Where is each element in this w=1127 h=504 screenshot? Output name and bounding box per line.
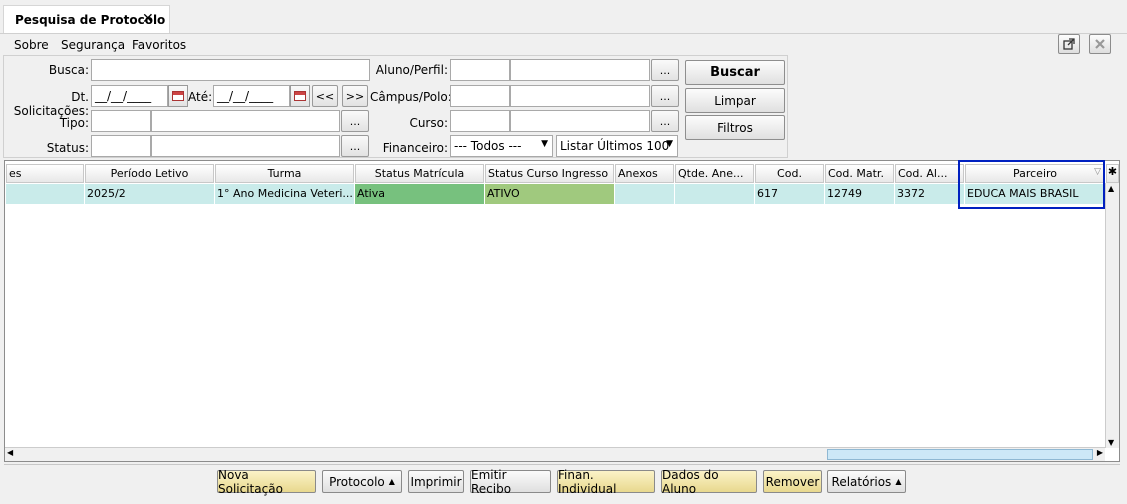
prev-period-button[interactable]: << [312,85,338,107]
listar-select[interactable]: Listar Últimos 100 ▼ [556,135,678,157]
emitir-recibo-button[interactable]: Emitir Recibo [470,468,551,496]
dt-from-input[interactable]: __/__/____ [91,85,168,107]
calendar-icon[interactable] [290,85,310,107]
table-cell: 3372 [895,184,965,204]
nova-solicitacao-button[interactable]: Nova Solicitação [217,468,316,496]
close-window-icon[interactable] [1089,34,1111,54]
remover-button[interactable]: Remover [763,470,822,493]
table-cell: 12749 [825,184,895,204]
column-header[interactable]: Período Letivo [85,164,214,183]
scroll-right-icon[interactable]: ▶ [1097,448,1103,457]
table-cell: 617 [755,184,825,204]
table-cell: 1° Ano Medicina Veteri... [215,184,355,204]
column-header[interactable]: Cod. Matr. [825,164,894,183]
status-desc-input[interactable] [151,135,340,157]
column-header[interactable]: Status Curso Ingresso [485,164,614,183]
next-period-button[interactable]: >> [342,85,368,107]
popout-icon[interactable] [1058,34,1080,54]
status-curso-cell: ATIVO [485,184,615,204]
financeiro-label: Financeiro: [382,141,448,155]
status-lookup-button[interactable]: ... [341,135,369,157]
column-header[interactable]: es [6,164,84,183]
tipo-label: Tipo: [59,116,89,130]
scroll-left-icon[interactable]: ◀ [7,448,13,457]
chevron-down-icon: ▼ [541,139,548,149]
menu-item-favoritos[interactable]: Favoritos [132,38,186,52]
tipo-lookup-button[interactable]: ... [341,110,369,132]
aluno-code-input[interactable] [450,59,510,81]
divider [0,33,1127,34]
column-header[interactable]: Anexos [615,164,674,183]
financeiro-value: --- Todos --- [454,139,522,153]
chevron-up-icon: ▲ [895,477,902,486]
campus-label: Câmpus/Polo: [370,90,452,104]
chevron-down-icon: ▼ [666,139,673,149]
busca-input[interactable] [91,59,370,81]
finan-individual-button[interactable]: Finan. Individual [557,468,655,496]
listar-value: Listar Últimos 100 [560,139,670,153]
column-header[interactable]: Turma [215,164,354,183]
relatorios-label: Relatórios [831,474,892,489]
protocolo-label: Protocolo [329,474,385,489]
horizontal-scrollbar[interactable]: ◀ ▶ [5,447,1105,461]
gear-icon[interactable]: ✱ [1106,164,1119,183]
relatorios-button[interactable]: Relatórios ▲ [827,470,906,493]
aluno-lookup-button[interactable]: ... [651,59,679,81]
protocolo-button[interactable]: Protocolo ▲ [322,470,402,493]
dt-to-input[interactable]: __/__/____ [213,85,290,107]
limpar-button[interactable]: Limpar [685,88,785,113]
calendar-icon[interactable] [168,85,188,107]
scrollbar-thumb[interactable] [827,449,1093,460]
financeiro-select[interactable]: --- Todos --- ▼ [450,135,553,157]
status-matricula-cell: Ativa [355,184,485,204]
campus-name-input[interactable] [510,85,650,107]
campus-code-input[interactable] [450,85,510,107]
filtros-button[interactable]: Filtros [685,115,785,140]
menu-item-sobre[interactable]: Sobre [14,38,49,52]
aluno-label: Aluno/Perfil: [375,63,448,77]
table-cell [615,184,675,204]
results-grid: es Período Letivo Turma Status Matrícula… [4,160,1120,462]
scroll-up-icon[interactable]: ▲ [1108,184,1114,193]
dados-aluno-button[interactable]: Dados do Aluno [661,468,757,496]
imprimir-button[interactable]: Imprimir [408,470,464,493]
chevron-up-icon: ▲ [388,477,395,486]
curso-name-input[interactable] [510,110,650,132]
column-header[interactable]: Cod. Al... [895,164,964,183]
table-cell [675,184,755,204]
dt-solicitacoes-label: Dt. Solicitações: [13,90,89,118]
busca-label: Busca: [48,63,89,77]
ate-label: Até: [188,90,213,104]
highlight-box [958,160,1105,209]
menu-item-seguranca[interactable]: Segurança [61,38,125,52]
status-code-input[interactable] [91,135,151,157]
table-cell: 2025/2 [85,184,215,204]
curso-label: Curso: [409,116,448,130]
status-label: Status: [46,141,89,155]
column-header[interactable]: Status Matrícula [355,164,484,183]
scroll-down-icon[interactable]: ▼ [1108,438,1114,447]
campus-lookup-button[interactable]: ... [651,85,679,107]
table-cell [6,184,85,204]
close-icon[interactable]: ✕ [142,11,154,27]
buscar-button[interactable]: Buscar [685,60,785,85]
curso-lookup-button[interactable]: ... [651,110,679,132]
column-header[interactable]: Cod. [755,164,824,183]
vertical-scrollbar[interactable]: ▲ ▼ [1105,183,1119,448]
aluno-name-input[interactable] [510,59,650,81]
tipo-desc-input[interactable] [151,110,340,132]
curso-code-input[interactable] [450,110,510,132]
tab-pesquisa-protocolo[interactable]: Pesquisa de Protocolo ✕ [3,5,170,33]
tipo-code-input[interactable] [91,110,151,132]
column-header[interactable]: Qtde. Ane... [675,164,754,183]
